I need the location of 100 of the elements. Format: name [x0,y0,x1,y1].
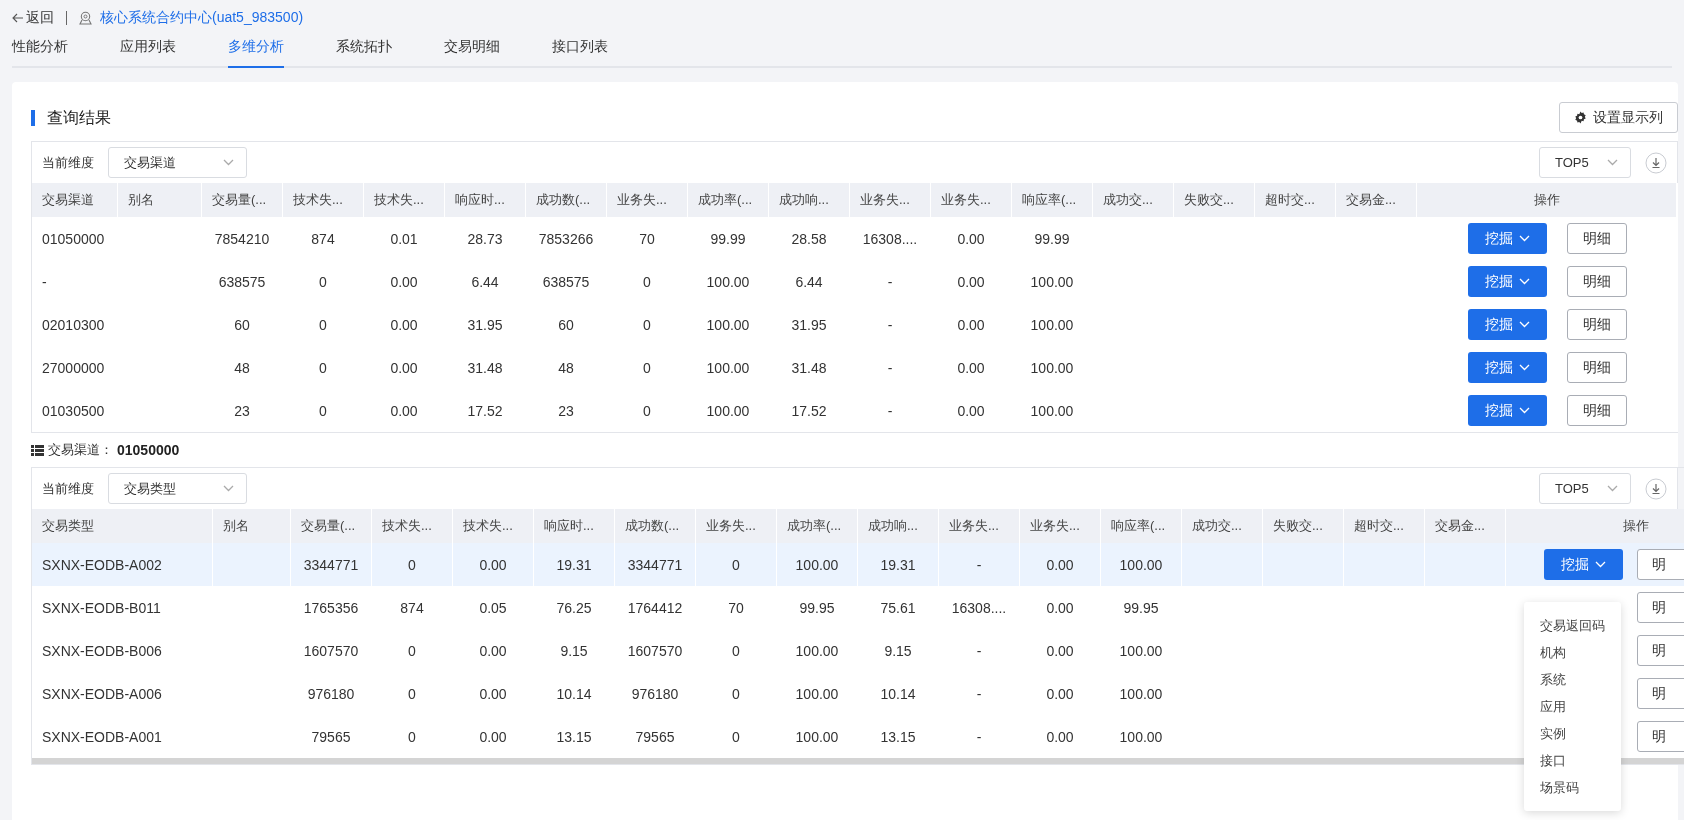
menu-item[interactable]: 机构 [1524,639,1621,666]
table-cell-text: 0.00 [956,272,986,292]
table-cell-text: 01050000 [41,229,106,249]
table-cell-text: 17.52 [466,401,504,421]
download-icon[interactable] [1645,477,1667,500]
drill-button[interactable]: 挖掘 [1544,549,1623,580]
table-cell-text: - [975,727,983,747]
tab[interactable]: 应用列表 [120,28,176,68]
top-select[interactable]: TOP5 [1539,147,1631,178]
table-cell-text: 874 [310,229,336,249]
menu-item[interactable]: 场景码 [1524,774,1621,801]
table-cell-text: 0 [642,315,652,335]
table-cell-text: 10.14 [555,684,593,704]
table-cell-text: 0.00 [389,401,419,421]
table-cell-text: 100.00 [1118,727,1164,747]
table-cell-text: 100.00 [794,727,840,747]
table-cell-text: 0.00 [956,315,986,335]
tab[interactable]: 系统拓扑 [336,28,392,68]
drill-button[interactable]: 挖掘 [1467,395,1547,426]
table-cell-text: 13.15 [555,727,593,747]
detail-button[interactable]: 明细 [1566,223,1627,254]
menu-item[interactable]: 系统 [1524,666,1621,693]
tab[interactable]: 多维分析 [228,28,284,68]
detail-button[interactable]: 明 [1637,635,1684,666]
list-icon [31,444,44,456]
table-cell-text: 0.00 [956,229,986,249]
dimension-select[interactable]: 交易渠道 [108,147,247,178]
section-title: 查询结果 [31,109,111,126]
chevron-down-icon [223,485,234,492]
table-cell-text: 01030500 [41,401,106,421]
table-cell-text: - [975,684,983,704]
table-cell-text: 0 [318,358,328,378]
top-select[interactable]: TOP5 [1539,473,1631,504]
chevron-down-icon [1518,364,1530,371]
table-cell-text: 0 [731,641,741,661]
dimension-select[interactable]: 交易类型 [108,473,247,504]
app-name[interactable]: 核心系统合约中心(uat5_983500) [100,9,304,27]
table-cell-text: 0.00 [389,358,419,378]
table-cell-text: 0.05 [478,598,508,618]
table-cell-text: 79565 [634,727,676,747]
table-cell-text: 100.00 [1029,401,1075,421]
chevron-down-icon [1607,159,1618,166]
table-cell-text: 1607570 [626,641,684,661]
detail-button[interactable]: 明细 [1566,309,1627,340]
detail-button[interactable]: 明 [1637,592,1684,623]
table-cell-text: 1764412 [626,598,684,618]
table-cell-text: 100.00 [1029,272,1075,292]
table-cell-text: 02010300 [41,315,106,335]
table-cell-text: 0.00 [956,401,986,421]
table-cell-text: 0 [642,401,652,421]
dimension-label: 当前维度 [42,153,94,172]
tab[interactable]: 性能分析 [12,28,68,68]
back-link[interactable]: 返回 [12,9,54,27]
table-cell-text: 9.15 [883,641,913,661]
detail-button[interactable]: 明细 [1566,352,1627,383]
table-cell-text: - [886,401,894,421]
table-cell-text: 99.99 [709,229,747,249]
table-cell-text: 10.14 [879,684,917,704]
detail-button[interactable]: 明 [1637,721,1684,752]
tab[interactable]: 交易明细 [444,28,500,68]
table-cell-text: 13.15 [879,727,917,747]
menu-item[interactable]: 实例 [1524,720,1621,747]
table-cell-text: 70 [727,598,745,618]
table-row[interactable]: SXNX-EODB-A002 3344771 0 0.00 19.31 3344771 0 100.00 19.31 - 0.00 100.00 挖掘 明 [32,543,1684,586]
table-cell-text: 27000000 [41,358,106,378]
drill-button[interactable]: 挖掘 [1467,223,1547,254]
table-cell-text: 0 [318,401,328,421]
detail-button[interactable]: 明细 [1566,395,1627,426]
table-cell-text: 100.00 [705,401,751,421]
detail-button[interactable]: 明 [1637,678,1684,709]
tab[interactable]: 接口列表 [552,28,608,68]
menu-item[interactable]: 接口 [1524,747,1621,774]
table-cell-text: 100.00 [1029,315,1075,335]
settings-icon [1574,111,1587,124]
table-cell-text: 0 [318,272,328,292]
download-icon[interactable] [1645,151,1667,174]
table-cell-text: 100.00 [794,684,840,704]
drill-button[interactable]: 挖掘 [1467,266,1547,297]
table-cell-text: 31.95 [466,315,504,335]
table-cell-text: 0.00 [1045,727,1075,747]
drill-button[interactable]: 挖掘 [1467,309,1547,340]
detail-button[interactable]: 明 [1637,549,1684,580]
table-cell-text: SXNX-EODB-A006 [41,684,163,704]
settings-button[interactable]: 设置显示列 [1559,102,1678,133]
table-cell-text: 100.00 [1118,641,1164,661]
detail-button[interactable]: 明细 [1566,266,1627,297]
drill-button[interactable]: 挖掘 [1467,352,1547,383]
table-cell-text: 638575 [217,272,267,292]
table-cell-text: 0 [731,727,741,747]
table-cell-text: 0 [407,641,417,661]
menu-item[interactable]: 交易返回码 [1524,612,1621,639]
menu-item[interactable]: 应用 [1524,693,1621,720]
table-cell-text: 6.44 [794,272,824,292]
table-cell-text: 100.00 [705,315,751,335]
table-cell-text: 16308.... [950,598,1008,618]
table-cell-text: 0.00 [478,684,508,704]
table-cell-text: 0.00 [1045,598,1075,618]
dimension-label: 当前维度 [42,479,94,498]
table-cell-text: 6.44 [470,272,500,292]
table-cell-text: 28.58 [790,229,828,249]
